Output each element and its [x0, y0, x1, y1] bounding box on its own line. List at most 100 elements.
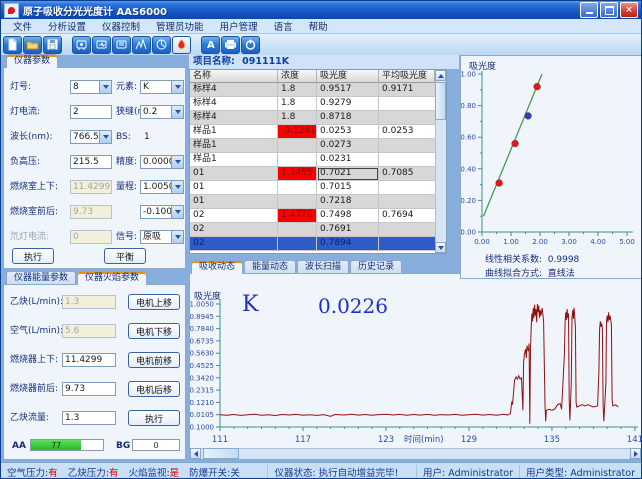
status-value: 有	[48, 468, 58, 479]
param-field[interactable]: 1.0050	[140, 180, 184, 194]
chevron-down-icon[interactable]	[99, 81, 111, 93]
column-header-0[interactable]: 名称	[190, 70, 278, 83]
user-type-status: 用户类型: Administrator	[519, 465, 641, 479]
cell-average-absorbance	[379, 181, 435, 195]
table-row[interactable]: 样品10.0273	[190, 139, 435, 153]
menu-item-2[interactable]: 仪器控制	[94, 18, 148, 34]
scroll-right-button[interactable]	[630, 448, 641, 459]
x-tick-label: 2.00	[532, 238, 548, 246]
table-row[interactable]: 011.34550.70210.7085	[190, 167, 435, 181]
scrollbar-thumb[interactable]	[435, 82, 446, 120]
instrument-params-tabstrip: 仪器参数	[6, 54, 59, 68]
chevron-down-icon[interactable]	[171, 206, 183, 218]
tab-energy-dynamics[interactable]: 能量动态	[244, 260, 296, 273]
fan-button[interactable]	[152, 36, 171, 54]
tab-energy-params[interactable]: 仪器能量参数	[6, 271, 76, 284]
table-row[interactable]: 020.7691	[190, 223, 435, 237]
menu-item-0[interactable]: 文件	[5, 18, 40, 34]
table-row[interactable]: 标样41.80.95170.9171	[190, 83, 435, 97]
scrollbar-thumb[interactable]	[203, 448, 239, 459]
param-label: 元素:	[116, 80, 137, 94]
flame-row-4: 乙炔流量:1.3执行	[4, 411, 185, 426]
maximize-button[interactable]	[600, 2, 618, 18]
chevron-down-icon[interactable]	[171, 156, 183, 168]
param-field[interactable]: 0.0000	[140, 155, 184, 169]
param-label: 氘灯电流:	[10, 230, 49, 244]
scroll-down-button[interactable]	[435, 242, 446, 253]
param-field[interactable]: K	[140, 80, 184, 94]
tab-flame-params[interactable]: 仪器火焰参数	[77, 271, 147, 285]
table-vertical-scrollbar[interactable]	[435, 70, 446, 253]
param-field[interactable]: -0.1000	[140, 205, 184, 219]
table-row[interactable]: 标样41.80.8718	[190, 111, 435, 125]
flame-param-field[interactable]: 9.73	[62, 382, 116, 396]
column-header-2[interactable]: 吸光度	[317, 70, 379, 83]
table-row[interactable]: 020.7894	[190, 237, 435, 251]
lamp-energy-button[interactable]	[92, 36, 111, 54]
table-row[interactable]: 标样41.80.9279	[190, 97, 435, 111]
chevron-down-icon[interactable]	[171, 81, 183, 93]
calibration-curve-panel: 吸光度 0.000.200.400.600.801.000.001.002.00…	[460, 55, 642, 279]
minimize-button[interactable]	[580, 2, 598, 18]
power-button[interactable]	[241, 36, 260, 54]
table-row[interactable]: 样品1-0.12410.02530.0253	[190, 125, 435, 139]
motor-button-2[interactable]: 电机前移	[128, 352, 180, 368]
tab-absorbance-dynamics[interactable]: 吸收动态	[191, 260, 243, 274]
y-tick-label: 0.20	[461, 197, 476, 205]
column-header-1[interactable]: 浓度	[278, 70, 317, 83]
param-field-value: 原吸	[141, 231, 171, 243]
menu-item-5[interactable]: 语言	[266, 18, 301, 34]
x-tick-label: 0.00	[474, 238, 490, 246]
table-row[interactable]: 010.7015	[190, 181, 435, 195]
execute-button[interactable]: 执行	[12, 248, 54, 264]
param-field-value: 0.2	[141, 106, 171, 118]
dynamics-tabstrip: 吸收动态能量动态波长扫描历史记录	[191, 260, 403, 274]
flame-param-field[interactable]: 11.4299	[62, 353, 116, 367]
menu-item-6[interactable]: 帮助	[301, 18, 336, 34]
flame-param-field[interactable]: 1.3	[62, 411, 116, 425]
tab-instrument-params[interactable]: 仪器参数	[6, 54, 58, 68]
chevron-down-icon[interactable]	[171, 181, 183, 193]
menu-item-1[interactable]: 分析设置	[40, 18, 94, 34]
save-button[interactable]	[43, 36, 62, 54]
tab-wavelength-scan[interactable]: 波长扫描	[297, 260, 349, 273]
lamp-position-button[interactable]	[112, 36, 131, 54]
dynamics-horizontal-scrollbar[interactable]	[190, 448, 641, 459]
column-header-3[interactable]: 平均吸光度	[379, 70, 435, 83]
close-button[interactable]: ×	[620, 2, 638, 18]
new-file-button[interactable]	[3, 36, 22, 54]
menu-item-3[interactable]: 管理员功能	[148, 18, 212, 34]
aa-meter-value: 77	[31, 440, 81, 451]
balance-button[interactable]: 平衡	[104, 248, 146, 264]
chevron-down-icon[interactable]	[171, 106, 183, 118]
printer-button[interactable]	[221, 36, 240, 54]
lamp-select-button[interactable]	[72, 36, 91, 54]
param-field[interactable]: 2	[70, 105, 112, 119]
motor-button-0[interactable]: 电机上移	[128, 294, 180, 310]
param-field[interactable]: 215.5	[70, 155, 112, 169]
chevron-down-icon[interactable]	[171, 231, 183, 243]
param-field[interactable]: 766.5	[70, 130, 112, 144]
param-field[interactable]: 原吸	[140, 230, 184, 244]
cell-absorbance: 0.9279	[317, 97, 379, 111]
instrument-params-panel: 灯号:8元素:K灯电流:2狭缝(nm):0.2波长(nm):766.5BS:1负…	[3, 67, 186, 269]
table-row[interactable]: 010.7218	[190, 195, 435, 209]
scroll-up-button[interactable]	[435, 70, 446, 81]
flame-ignite-button[interactable]	[172, 36, 191, 54]
table-row[interactable]: 021.47700.74980.7694	[190, 209, 435, 223]
svg-text:A: A	[207, 40, 215, 51]
auto-gain-button[interactable]: A	[201, 36, 220, 54]
param-field[interactable]: 8	[70, 80, 112, 94]
scroll-left-button[interactable]	[190, 448, 201, 459]
motor-button-4[interactable]: 执行	[128, 410, 180, 426]
menu-item-4[interactable]: 用户管理	[212, 18, 266, 34]
tab-history[interactable]: 历史记录	[350, 260, 402, 273]
motor-button-3[interactable]: 电机后移	[128, 381, 180, 397]
param-label: 灯电流:	[10, 105, 40, 119]
peak-scan-button[interactable]	[132, 36, 151, 54]
chevron-down-icon[interactable]	[99, 131, 111, 143]
open-folder-button[interactable]	[23, 36, 42, 54]
table-row[interactable]: 样品10.0231	[190, 153, 435, 167]
motor-button-1[interactable]: 电机下移	[128, 323, 180, 339]
param-field[interactable]: 0.2	[140, 105, 184, 119]
